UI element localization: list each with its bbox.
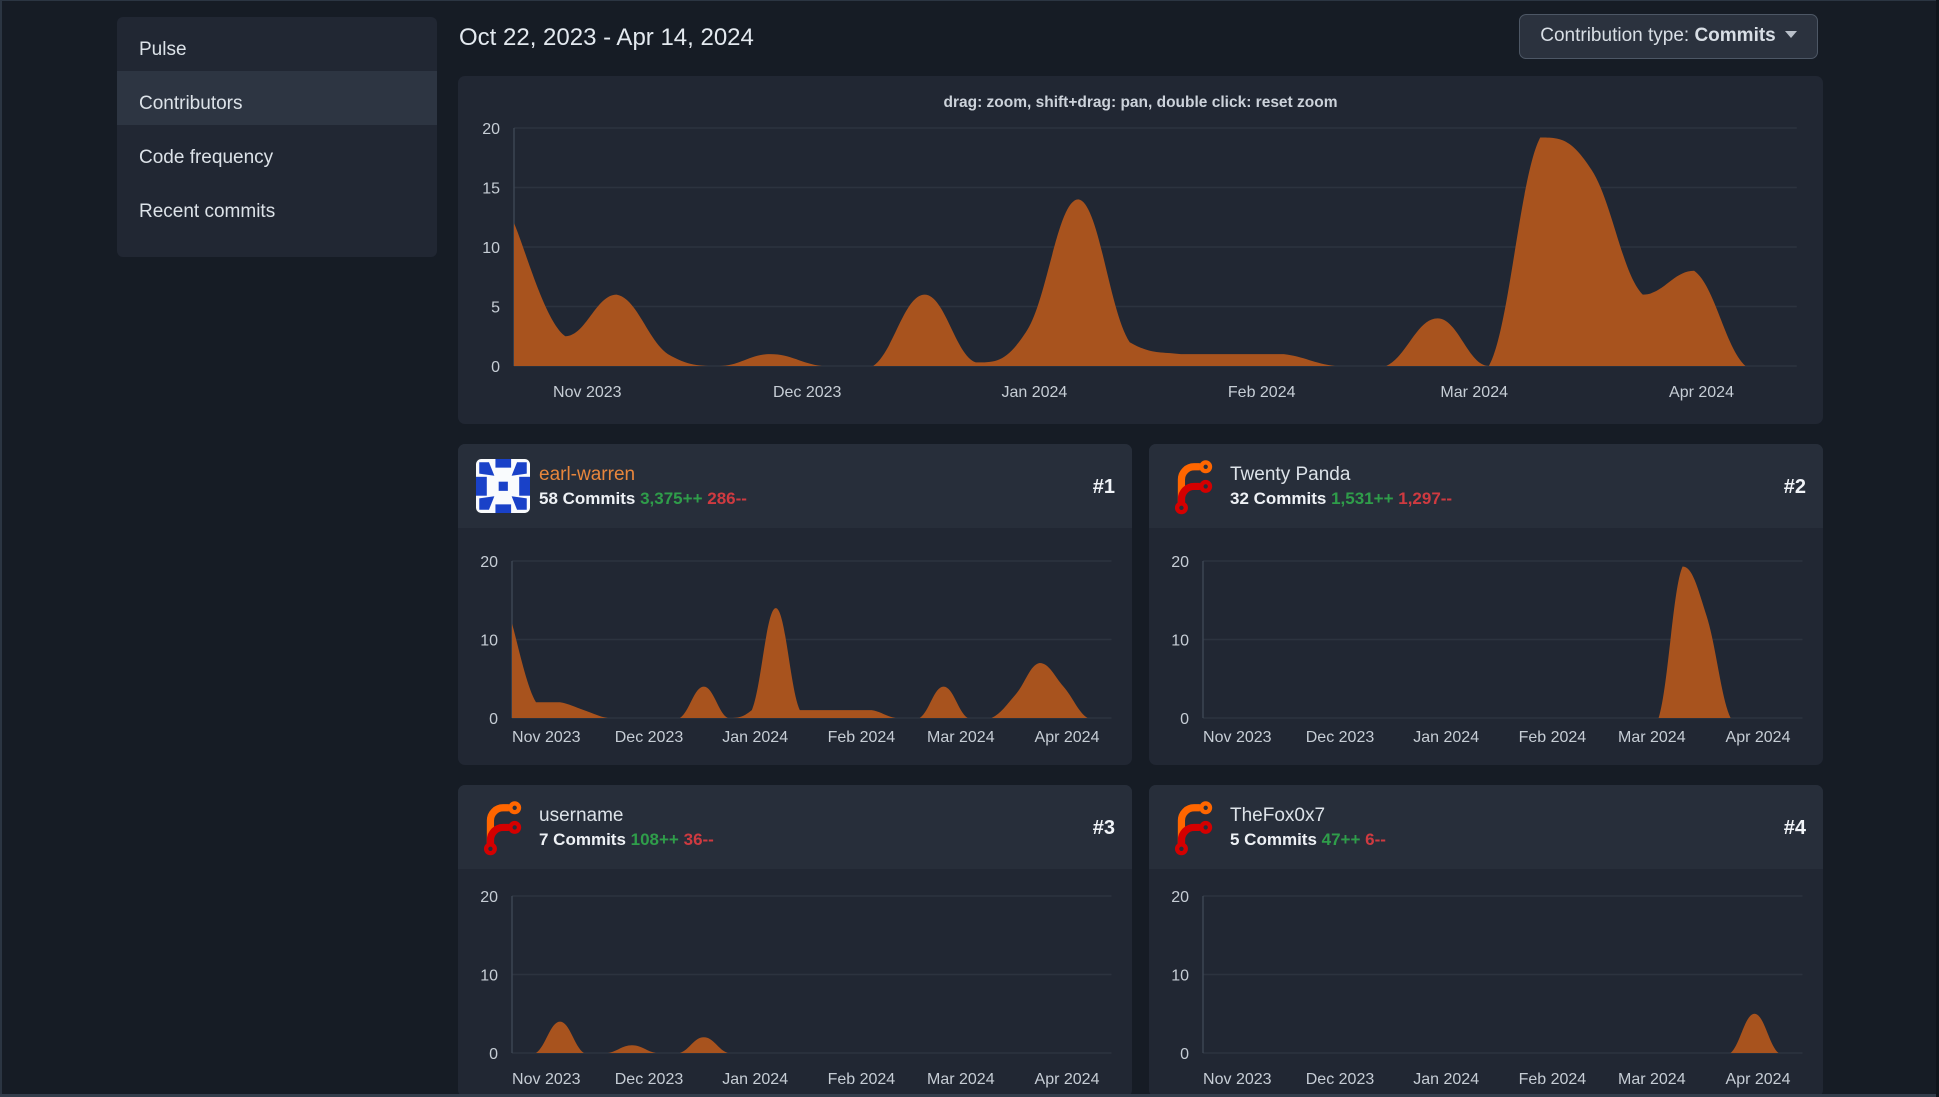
svg-text:10: 10 (480, 967, 498, 984)
svg-text:Mar 2024: Mar 2024 (1618, 1071, 1686, 1088)
svg-text:15: 15 (482, 180, 500, 197)
svg-text:10: 10 (482, 240, 500, 257)
svg-text:20: 20 (1171, 889, 1189, 906)
svg-text:20: 20 (480, 554, 498, 571)
svg-text:5: 5 (491, 299, 500, 316)
svg-text:Feb 2024: Feb 2024 (1228, 384, 1296, 401)
svg-text:Dec 2023: Dec 2023 (615, 1071, 684, 1088)
svg-text:Dec 2023: Dec 2023 (615, 729, 684, 746)
svg-text:Mar 2024: Mar 2024 (927, 1071, 995, 1088)
svg-text:Apr 2024: Apr 2024 (1726, 729, 1791, 746)
svg-text:20: 20 (480, 889, 498, 906)
svg-text:Jan 2024: Jan 2024 (1413, 729, 1479, 746)
svg-text:10: 10 (480, 632, 498, 649)
svg-text:20: 20 (1171, 554, 1189, 571)
svg-text:Feb 2024: Feb 2024 (828, 729, 896, 746)
svg-text:Jan 2024: Jan 2024 (722, 729, 788, 746)
svg-text:10: 10 (1171, 632, 1189, 649)
svg-text:Nov 2023: Nov 2023 (1203, 729, 1272, 746)
svg-text:Dec 2023: Dec 2023 (1306, 729, 1375, 746)
svg-text:Nov 2023: Nov 2023 (512, 729, 581, 746)
svg-text:Mar 2024: Mar 2024 (1440, 384, 1508, 401)
svg-text:Nov 2023: Nov 2023 (512, 1071, 581, 1088)
svg-text:Dec 2023: Dec 2023 (1306, 1071, 1375, 1088)
svg-text:0: 0 (489, 1046, 498, 1063)
svg-text:Dec 2023: Dec 2023 (773, 384, 842, 401)
svg-text:Nov 2023: Nov 2023 (1203, 1071, 1272, 1088)
svg-text:Jan 2024: Jan 2024 (1413, 1071, 1479, 1088)
svg-text:10: 10 (1171, 967, 1189, 984)
svg-text:Apr 2024: Apr 2024 (1669, 384, 1734, 401)
svg-text:Apr 2024: Apr 2024 (1726, 1071, 1791, 1088)
svg-text:20: 20 (482, 121, 500, 138)
svg-text:Feb 2024: Feb 2024 (828, 1071, 896, 1088)
svg-text:0: 0 (1180, 711, 1189, 728)
svg-text:Apr 2024: Apr 2024 (1035, 1071, 1100, 1088)
svg-text:Apr 2024: Apr 2024 (1035, 729, 1100, 746)
svg-text:0: 0 (491, 359, 500, 376)
svg-text:Feb 2024: Feb 2024 (1519, 1071, 1587, 1088)
svg-text:0: 0 (1180, 1046, 1189, 1063)
svg-text:Mar 2024: Mar 2024 (1618, 729, 1686, 746)
svg-text:Jan 2024: Jan 2024 (1001, 384, 1067, 401)
svg-text:Mar 2024: Mar 2024 (927, 729, 995, 746)
svg-text:Feb 2024: Feb 2024 (1519, 729, 1587, 746)
svg-text:0: 0 (489, 711, 498, 728)
svg-text:Nov 2023: Nov 2023 (553, 384, 622, 401)
svg-text:Jan 2024: Jan 2024 (722, 1071, 788, 1088)
